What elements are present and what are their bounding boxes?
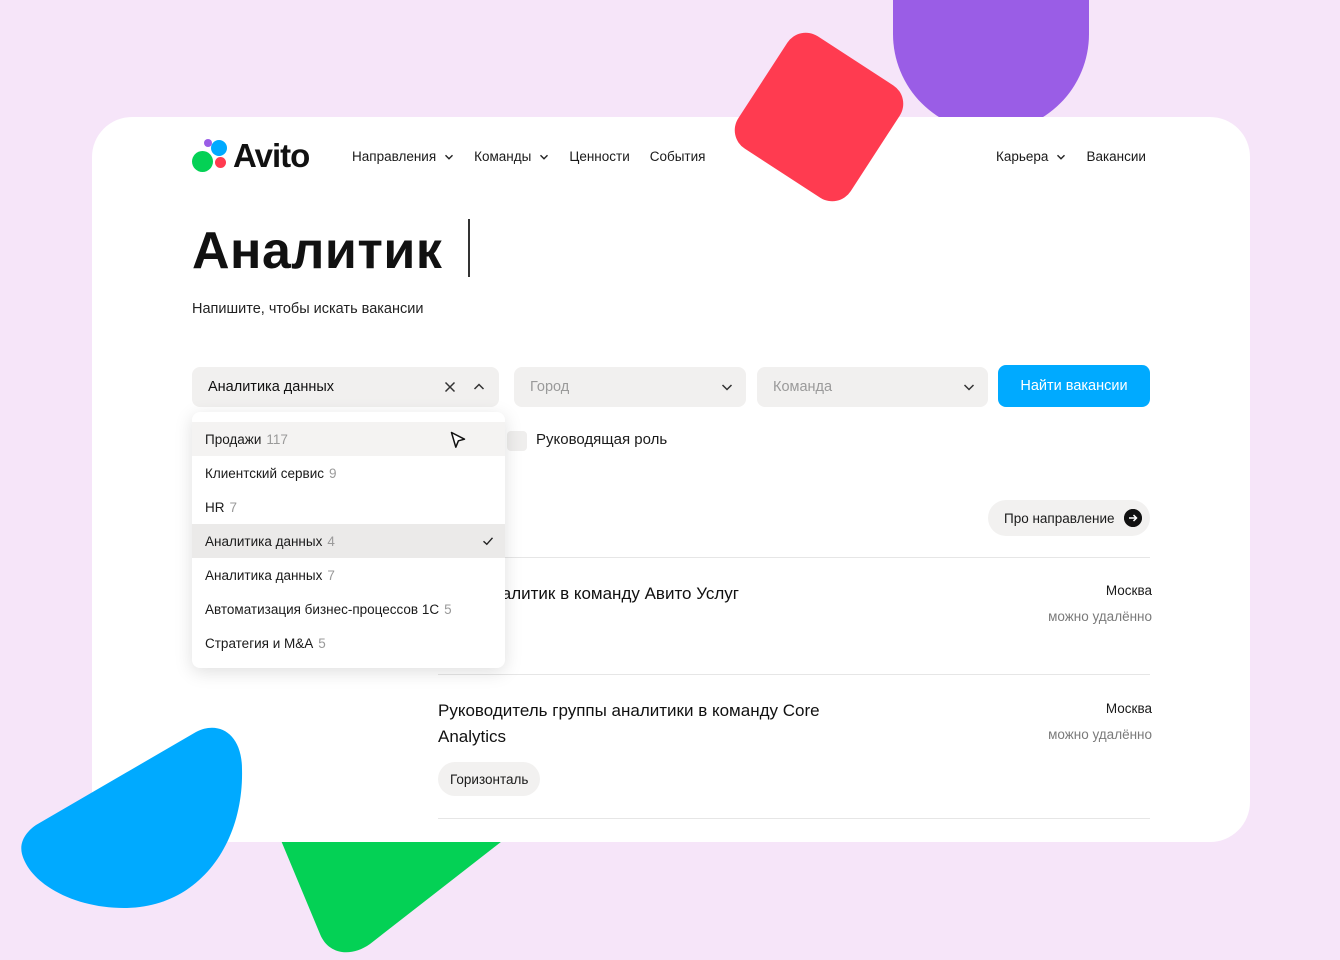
city-select-placeholder: Город: [530, 379, 570, 395]
avito-logo[interactable]: Avito: [192, 137, 310, 175]
option-count: 5: [318, 635, 326, 651]
divider: [438, 557, 1150, 558]
dropdown-option[interactable]: Стратегия и M&A 5: [192, 626, 505, 660]
arrow-right-circle-icon: [1124, 509, 1142, 527]
nav-item-teams[interactable]: Команды: [474, 149, 549, 164]
team-select-placeholder: Команда: [773, 379, 833, 395]
decorative-green-shape: [280, 838, 506, 953]
nav-item-vacancies[interactable]: Вакансии: [1086, 149, 1146, 164]
divider: [438, 674, 1150, 675]
decorative-blue-shape: [21, 727, 243, 908]
search-title-input[interactable]: Аналитик: [192, 221, 442, 281]
secondary-nav: Карьера Вакансии: [996, 149, 1146, 164]
decorative-purple-shape: [893, 0, 1089, 132]
nav-item-events[interactable]: События: [650, 149, 706, 164]
about-direction-label: Про направление: [1004, 510, 1115, 526]
search-hint: Напишите, чтобы искать вакансии: [192, 301, 424, 317]
chevron-down-icon: [963, 384, 975, 391]
city-select[interactable]: Город: [514, 367, 746, 407]
nav-item-directions[interactable]: Направления: [352, 149, 454, 164]
dropdown-option[interactable]: Клиентский сервис 9: [192, 456, 505, 490]
divider: [438, 818, 1150, 819]
option-label: Аналитика данных: [205, 533, 323, 549]
option-label: HR: [205, 499, 225, 515]
vacancy-tag: Горизонталь: [438, 762, 541, 796]
vacancy-title[interactable]: Руководитель группы аналитики в команду …: [438, 698, 838, 750]
find-vacancies-button[interactable]: Найти вакансии: [998, 365, 1150, 407]
option-count: 7: [229, 499, 238, 515]
nav-item-values[interactable]: Ценности: [569, 149, 629, 164]
option-label: Аналитика данных: [205, 567, 323, 583]
dropdown-option-selected[interactable]: Аналитика данных 4: [192, 524, 505, 558]
chevron-down-icon: [540, 154, 549, 160]
option-count: 5: [444, 601, 452, 617]
direction-select-value: Аналитика данных: [208, 379, 335, 395]
nav-item-label: События: [649, 149, 706, 164]
direction-select[interactable]: Аналитика данных: [192, 367, 499, 407]
nav-item-career[interactable]: Карьера: [996, 149, 1066, 164]
check-icon: [483, 537, 494, 546]
chevron-down-icon: [445, 154, 454, 160]
nav-item-label: Ценности: [569, 149, 630, 164]
vacancy-city: Москва: [1105, 583, 1152, 598]
option-count: 117: [266, 431, 288, 447]
logo-text: Avito: [233, 137, 310, 174]
leadership-checkbox[interactable]: [507, 431, 527, 451]
dropdown-option[interactable]: Автоматизация бизнес-процессов 1С 5: [192, 592, 505, 626]
vacancy-remote: можно удалённо: [1048, 609, 1152, 624]
chevron-up-icon[interactable]: [472, 380, 486, 394]
option-label: Клиентский сервис: [205, 465, 324, 481]
vacancy-remote: можно удалённо: [1048, 727, 1152, 742]
option-label: Продажи: [205, 431, 262, 447]
dropdown-option[interactable]: Аналитика данных 7: [192, 558, 505, 592]
avito-logo-icon: [192, 139, 232, 173]
vacancy-city: Москва: [1105, 701, 1152, 716]
dropdown-option[interactable]: Продажи 117: [192, 422, 505, 456]
nav-item-label: Вакансии: [1086, 149, 1146, 164]
nav-item-label: Карьера: [996, 149, 1049, 164]
option-count: 4: [327, 533, 335, 549]
text-caret: [468, 219, 470, 277]
option-count: 9: [329, 465, 337, 481]
cursor-arrow-icon: [450, 431, 466, 448]
nav-item-label: Команды: [474, 149, 532, 164]
nav-item-label: Направления: [352, 149, 437, 164]
about-direction-button[interactable]: Про направление: [988, 500, 1150, 536]
chevron-down-icon: [1057, 154, 1066, 160]
main-nav: Направления Команды Ценности События: [352, 149, 705, 164]
direction-dropdown-menu: Продажи 117 Клиентский сервис 9 HR 7 Ана…: [192, 412, 505, 668]
option-label: Автоматизация бизнес-процессов 1С: [205, 601, 440, 617]
option-label: Стратегия и M&A: [205, 635, 314, 651]
leadership-checkbox-label[interactable]: Руководящая роль: [536, 431, 667, 448]
option-count: 7: [327, 567, 335, 583]
careers-page-card: Avito Направления Команды Ценности Событ…: [92, 117, 1250, 842]
chevron-down-icon: [721, 384, 733, 391]
team-select[interactable]: Команда: [757, 367, 988, 407]
dropdown-option[interactable]: HR 7: [192, 490, 505, 524]
close-icon[interactable]: [443, 380, 457, 394]
